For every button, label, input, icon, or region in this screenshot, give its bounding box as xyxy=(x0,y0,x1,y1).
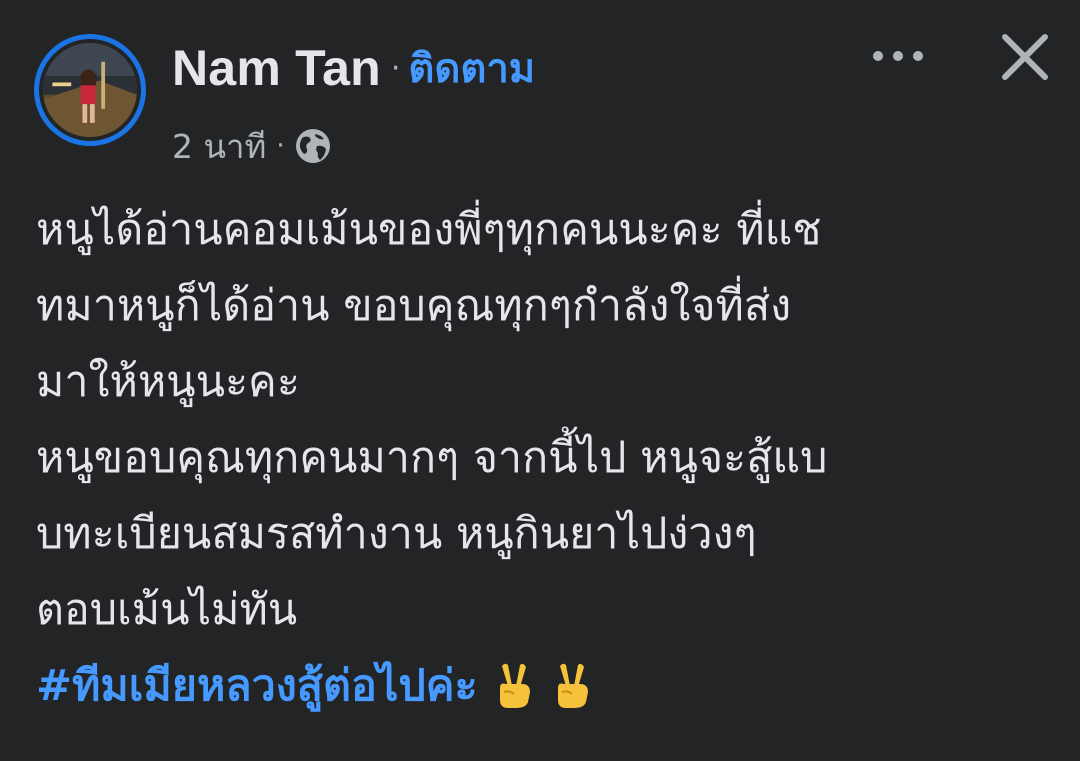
globe-icon[interactable] xyxy=(293,126,333,166)
avatar[interactable] xyxy=(34,34,146,146)
post-header: Nam Tan · ติดตาม xyxy=(172,34,535,102)
post-body: หนูได้อ่านคอมเม้นของพี่ๆทุกคนนะคะ ที่แช … xyxy=(36,192,1056,724)
follow-link[interactable]: ติดตาม xyxy=(408,36,535,100)
post-text-line: หนูได้อ่านคอมเม้นของพี่ๆทุกคนนะคะ ที่แช xyxy=(36,205,822,255)
avatar-photo xyxy=(43,43,137,137)
author-name[interactable]: Nam Tan xyxy=(172,39,381,97)
post-text-line: ทมาหนูก็ได้อ่าน ขอบคุณทุกๆกำลังใจที่ส่ง xyxy=(36,281,792,331)
post-card: Nam Tan · ติดตาม 2 นาที · หนูได้อ่านคอมเ… xyxy=(0,0,1080,761)
post-text-line: ตอบเม้นไม่ทัน xyxy=(36,585,298,635)
more-horizontal-icon[interactable] xyxy=(866,36,930,76)
meta-separator: · xyxy=(276,131,285,161)
hashtag-row: #ทีมเมียหลวงสู้ต่อไปค่ะ xyxy=(36,648,1056,724)
hashtag-link[interactable]: #ทีมเมียหลวงสู้ต่อไปค่ะ xyxy=(36,648,478,724)
post-text-line: บทะเบียนสมรสทำงาน หนูกินยาไปง่วงๆ xyxy=(36,509,757,559)
post-meta: 2 นาที · xyxy=(172,122,333,170)
post-text-line: หนูขอบคุณทุกคนมากๆ จากนี้ไป หนูจะสู้แบ xyxy=(36,433,828,483)
name-separator: · xyxy=(390,50,401,86)
victory-hand-emoji xyxy=(550,662,594,710)
post-text-line: มาให้หนูนะคะ xyxy=(36,357,300,407)
victory-hand-emoji xyxy=(492,662,536,710)
close-icon[interactable] xyxy=(996,28,1054,86)
timestamp[interactable]: 2 นาที xyxy=(172,120,266,173)
